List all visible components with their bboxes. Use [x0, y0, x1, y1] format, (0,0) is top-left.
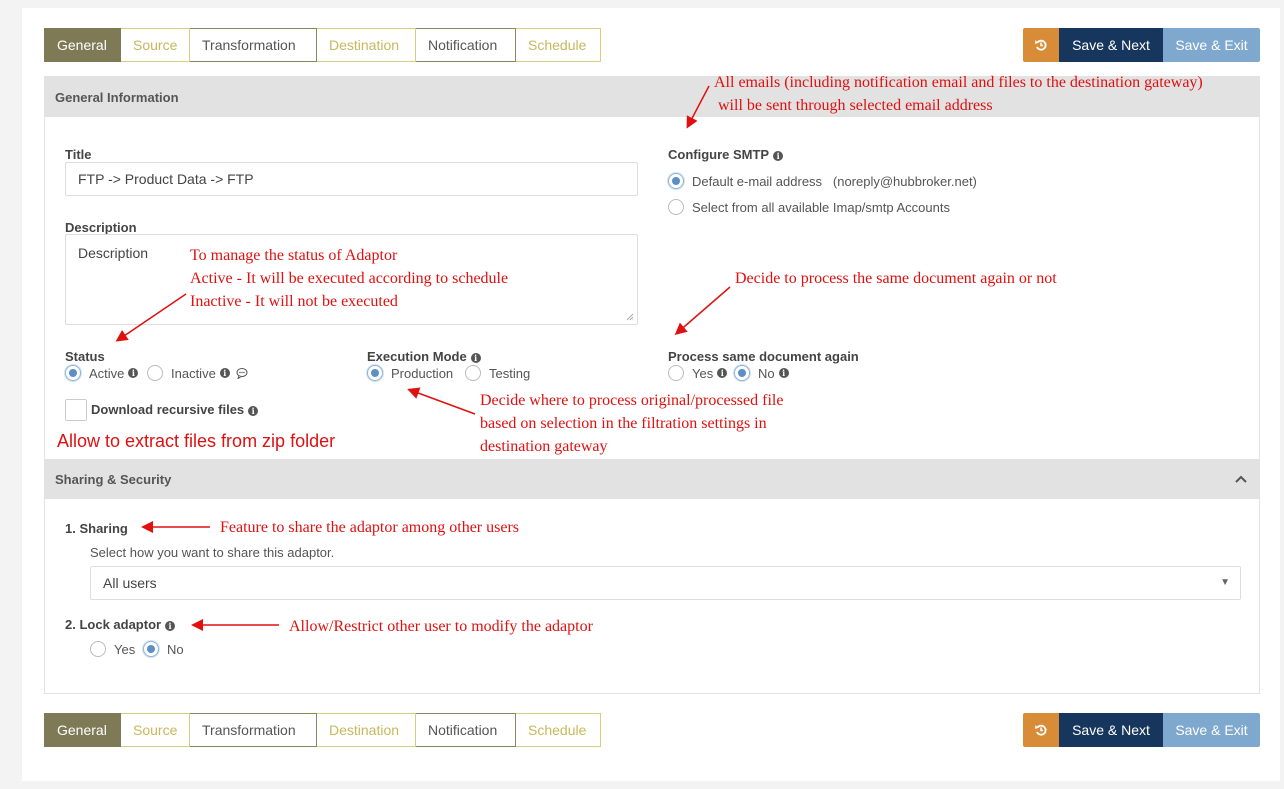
process-no-radio[interactable]: No i [734, 365, 789, 381]
reset-icon [1035, 39, 1047, 51]
smtp-option-label: Default e-mail address (noreply@hubbroke… [692, 173, 977, 189]
smtp-label: Configure SMTP i [668, 147, 784, 162]
exec-testing-radio[interactable]: Testing [465, 365, 530, 381]
reset-button[interactable] [1023, 713, 1059, 747]
main-panel: General Information Title FTP -> Product… [44, 76, 1260, 694]
status-inactive-radio[interactable]: Inactive i [147, 365, 248, 381]
sharing-security-header[interactable]: Sharing & Security [45, 459, 1259, 499]
tab-schedule[interactable]: Schedule [516, 28, 601, 62]
download-recursive-checkbox[interactable] [65, 399, 87, 421]
annotation-exec-line2: based on selection in the filtration set… [480, 415, 767, 432]
exec-testing-label: Testing [489, 365, 531, 381]
annotation-lock: Allow/Restrict other user to modify the … [289, 618, 593, 635]
process-yes-label: Yes [692, 365, 714, 381]
tab-transformation[interactable]: Transformation [190, 28, 317, 62]
tab-notification[interactable]: Notification [416, 28, 516, 62]
caret-down-icon: ▼ [1220, 577, 1230, 588]
title-value: FTP -> Product Data -> FTP [78, 171, 254, 187]
sharing-hint: Select how you want to share this adapto… [90, 545, 335, 560]
description-placeholder: Description [78, 245, 149, 261]
lock-no-label: No [167, 641, 184, 657]
status-active-radio[interactable]: Active i [65, 365, 139, 381]
comment-icon[interactable] [236, 367, 248, 379]
smtp-option-accounts[interactable]: Select from all available Imap/smtp Acco… [668, 199, 950, 215]
info-icon[interactable]: i [470, 353, 481, 363]
smtp-option-label: Select from all available Imap/smtp Acco… [692, 199, 950, 215]
tab-destination[interactable]: Destination [317, 713, 416, 747]
resize-grip-icon[interactable] [626, 313, 634, 321]
info-icon[interactable]: i [773, 151, 784, 161]
exec-production-label: Production [391, 365, 454, 381]
download-recursive-label: Download recursive files i [91, 402, 259, 417]
lock-yes-label: Yes [114, 641, 136, 657]
save-next-button[interactable]: Save & Next [1059, 28, 1163, 62]
top-actions: Save & Next Save & Exit [1023, 28, 1260, 62]
annotation-smtp-line1: All emails (including notification email… [714, 74, 1203, 91]
tab-notification[interactable]: Notification [416, 713, 516, 747]
tab-schedule[interactable]: Schedule [516, 713, 601, 747]
lock-label: 2. Lock adaptor i [65, 617, 176, 632]
status-active-label: Active [89, 365, 125, 381]
info-icon[interactable]: i [778, 368, 789, 378]
radio-icon [668, 199, 684, 215]
annotation-status-line2: Active - It will be executed according t… [190, 270, 509, 287]
radio-icon [367, 365, 383, 381]
bottom-wizard-tabs: General Source Transformation Destinatio… [44, 713, 601, 747]
top-wizard-tabs: General Source Transformation Destinatio… [44, 28, 601, 62]
title-input[interactable]: FTP -> Product Data -> FTP [65, 162, 638, 196]
save-exit-button[interactable]: Save & Exit [1163, 713, 1260, 747]
info-icon[interactable]: i [165, 621, 176, 631]
bottom-actions: Save & Next Save & Exit [1023, 713, 1260, 747]
annotation-exec-line1: Decide where to process original/process… [480, 392, 784, 409]
radio-icon [143, 641, 159, 657]
annotation-status-line3: Inactive - It will not be executed [190, 293, 398, 310]
info-icon[interactable]: i [248, 406, 259, 416]
radio-icon [668, 365, 684, 381]
radio-icon [65, 365, 81, 381]
reset-button[interactable] [1023, 28, 1059, 62]
process-no-label: No [758, 365, 775, 381]
annotation-status-line1: To manage the status of Adaptor [190, 247, 398, 264]
radio-icon [147, 365, 163, 381]
exec-mode-label: Execution Mode i [367, 349, 481, 364]
radio-icon [465, 365, 481, 381]
annotation-smtp-line2: will be sent through selected email addr… [718, 97, 993, 114]
tab-transformation[interactable]: Transformation [190, 713, 317, 747]
exec-production-radio[interactable]: Production [367, 365, 453, 381]
radio-icon [668, 173, 684, 189]
info-icon[interactable]: i [219, 368, 230, 378]
status-label: Status [65, 349, 105, 364]
section-title: General Information [55, 89, 179, 105]
info-icon[interactable]: i [128, 368, 139, 378]
radio-icon [734, 365, 750, 381]
sharing-label: 1. Sharing [65, 521, 128, 536]
radio-icon [90, 641, 106, 657]
save-exit-button[interactable]: Save & Exit [1163, 28, 1260, 62]
annotation-exec-line3: destination gateway [480, 438, 608, 455]
annotation-process-again: Decide to process the same document agai… [735, 270, 1057, 287]
save-next-button[interactable]: Save & Next [1059, 713, 1163, 747]
info-icon[interactable]: i [717, 368, 728, 378]
description-label: Description [65, 220, 137, 235]
tab-source[interactable]: Source [121, 28, 190, 62]
smtp-option-default[interactable]: Default e-mail address (noreply@hubbroke… [668, 173, 977, 189]
title-label: Title [65, 147, 92, 162]
chevron-up-icon[interactable] [1233, 471, 1249, 487]
process-again-label: Process same document again [668, 349, 859, 364]
section-title: Sharing & Security [55, 471, 172, 487]
annotation-sharing: Feature to share the adaptor among other… [220, 519, 520, 536]
reset-icon [1035, 724, 1047, 736]
lock-yes-radio[interactable]: Yes [90, 641, 135, 657]
lock-no-radio[interactable]: No [143, 641, 184, 657]
tab-general[interactable]: General [44, 713, 121, 747]
tab-general[interactable]: General [44, 28, 121, 62]
status-inactive-label: Inactive [171, 365, 216, 381]
process-yes-radio[interactable]: Yes i [668, 365, 728, 381]
sharing-select[interactable]: All users ▼ [90, 566, 1241, 600]
tab-source[interactable]: Source [121, 713, 190, 747]
sharing-selected-value: All users [103, 575, 157, 591]
tab-destination[interactable]: Destination [317, 28, 416, 62]
annotation-zip: Allow to extract files from zip folder [57, 431, 336, 451]
